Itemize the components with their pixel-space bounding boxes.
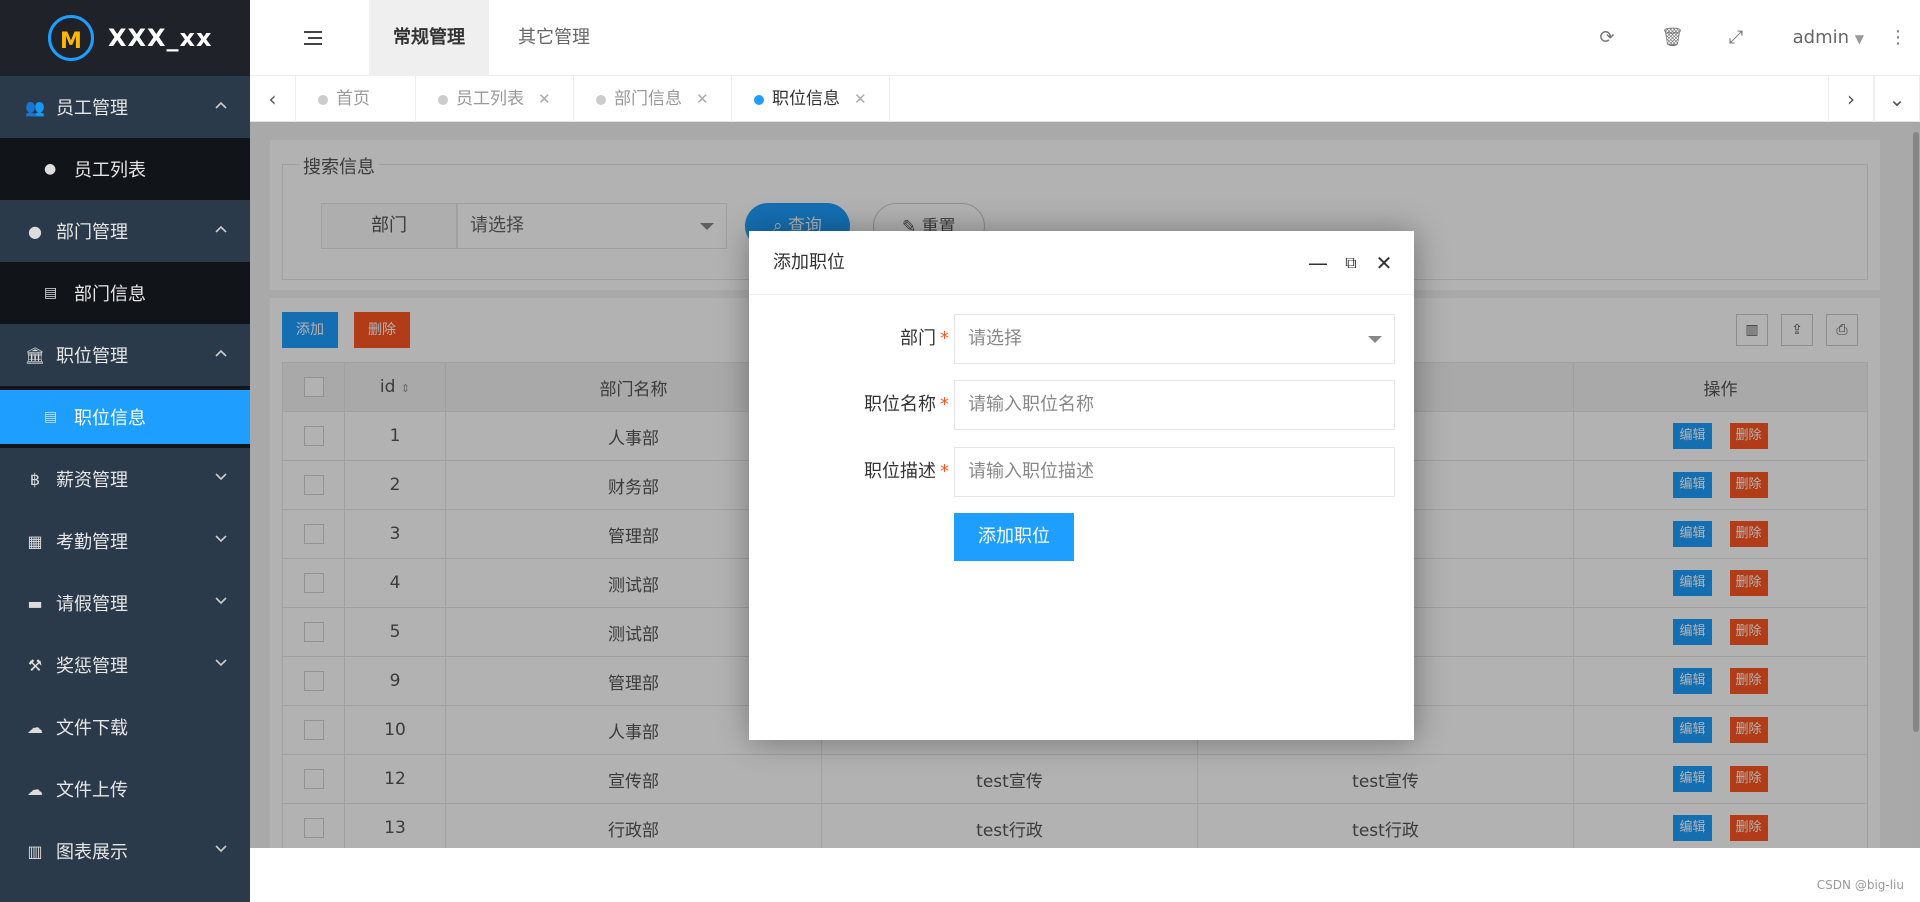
dialog-header: 添加职位 — ⧉ ✕ [749, 231, 1414, 295]
tab-menu-chevron-icon[interactable]: ⌄ [1874, 76, 1920, 122]
close-icon[interactable]: ✕ [854, 90, 867, 108]
sidebar: M XXX_xx 👥 员工管理 ● 员工列表 ● 部门管理 ▤ 部门信息 🏛 职… [0, 0, 250, 902]
menu-toggle-icon[interactable] [304, 30, 322, 46]
sidebar-item-label: 奖惩管理 [56, 656, 128, 677]
maximize-icon[interactable]: ⧉ [1341, 253, 1361, 273]
users-icon: 👥 [25, 97, 45, 117]
bank-icon: 🏛 [24, 345, 46, 365]
user-icon: ● [28, 221, 42, 241]
page-tab-home[interactable]: 首页 [296, 76, 416, 122]
cloud-download-icon: ☁ [27, 717, 43, 737]
dept-field-label: 部门 * [900, 328, 949, 349]
chevron-down-icon [215, 845, 227, 853]
chevron-down-icon [215, 659, 227, 667]
minimize-icon[interactable]: — [1308, 253, 1328, 273]
sidebar-item-label: 薪资管理 [56, 470, 128, 491]
sidebar-item-reward[interactable]: ⚒ 奖惩管理 [0, 634, 250, 696]
close-icon[interactable]: ✕ [1374, 253, 1394, 273]
refresh-icon[interactable]: ⟳ [1597, 28, 1617, 48]
required-mark: * [940, 461, 949, 482]
username: admin [1792, 27, 1850, 48]
caret-down-icon [1368, 336, 1382, 343]
fullscreen-icon[interactable]: ⤢ [1726, 28, 1746, 48]
form-row-name: 职位名称 * 请输入职位名称 [749, 380, 1414, 430]
sidebar-subitem-department-info[interactable]: ▤ 部门信息 [0, 262, 250, 324]
sidebar-item-download[interactable]: ☁ 文件下载 [0, 696, 250, 758]
list-icon: ▤ [44, 409, 58, 425]
more-vertical-icon[interactable]: ⋮ [1888, 28, 1908, 48]
chevron-up-icon [215, 225, 227, 233]
app-title: XXX_xx [108, 24, 213, 52]
sidebar-item-label: 部门管理 [56, 222, 128, 243]
required-mark: * [940, 394, 949, 415]
chevron-down-icon [215, 535, 227, 543]
close-icon[interactable]: ✕ [696, 90, 709, 108]
caret-down-icon: ▼ [1854, 32, 1864, 46]
sidebar-item-label: 文件下载 [56, 718, 128, 739]
tab-dot [596, 95, 606, 105]
bitcoin-icon: ฿ [29, 469, 41, 489]
page-tab-bar: ‹ 首页 员工列表 ✕ 部门信息 ✕ 职位信息 ✕ › ⌄ [250, 76, 1920, 122]
sidebar-item-position[interactable]: 🏛 职位管理 [0, 324, 250, 386]
page-tab-employee-list[interactable]: 员工列表 ✕ [416, 76, 574, 122]
list-icon: ▤ [44, 285, 58, 301]
user-menu[interactable]: admin ▼ [1793, 0, 1864, 77]
sidebar-item-label: 图表展示 [56, 842, 128, 863]
sidebar-subitem-position-info[interactable]: ▤ 职位信息 [0, 386, 250, 448]
tab-scroll-right-icon[interactable]: › [1828, 76, 1874, 122]
chevron-up-icon [215, 101, 227, 109]
add-position-dialog: 添加职位 — ⧉ ✕ 部门 * 请选择 职位名称 * 请输入职位名称 职位描述 * 请… [749, 231, 1414, 740]
sidebar-subitem-employee-list[interactable]: ● 员工列表 [0, 138, 250, 200]
sidebar-item-upload[interactable]: ☁ 文件上传 [0, 758, 250, 820]
credit-text: CSDN @big-liu [1816, 878, 1904, 892]
logo-icon: M [48, 15, 94, 61]
dept-select[interactable]: 请选择 [954, 314, 1395, 364]
tab-dot [754, 95, 764, 105]
page-tab-department-info[interactable]: 部门信息 ✕ [574, 76, 732, 122]
dialog-title: 添加职位 [773, 252, 845, 273]
chevron-down-icon [215, 473, 227, 481]
calendar-icon: ▦ [27, 531, 43, 551]
sidebar-item-salary[interactable]: ฿ 薪资管理 [0, 448, 250, 510]
name-field-label: 职位名称 * [864, 394, 949, 415]
form-row-desc: 职位描述 * 请输入职位描述 [749, 447, 1414, 497]
bar-chart-icon: ▥ [27, 841, 43, 861]
sidebar-item-label: 文件上传 [56, 780, 128, 801]
header-tab-general[interactable]: 常规管理 [369, 0, 489, 76]
tab-dot [438, 95, 448, 105]
gavel-icon: ⚒ [27, 655, 43, 675]
logo[interactable]: M XXX_xx [0, 0, 250, 76]
form-row-dept: 部门 * 请选择 [749, 314, 1414, 364]
position-desc-input[interactable]: 请输入职位描述 [954, 447, 1395, 497]
top-header: 常规管理 其它管理 ⟳ 🗑 ⤢ admin ▼ ⋮ [250, 0, 1920, 76]
sidebar-item-attendance[interactable]: ▦ 考勤管理 [0, 510, 250, 572]
sidebar-item-label: 职位管理 [56, 346, 128, 367]
sidebar-item-label: 考勤管理 [56, 532, 128, 553]
close-icon[interactable]: ✕ [538, 90, 551, 108]
sidebar-item-charts[interactable]: ▥ 图表展示 [0, 820, 250, 882]
sidebar-item-department[interactable]: ● 部门管理 [0, 200, 250, 262]
sidebar-item-label: 员工管理 [56, 98, 128, 119]
bed-icon: ▬ [27, 593, 43, 613]
user-icon: ● [44, 161, 57, 177]
tab-scroll-left-icon[interactable]: ‹ [250, 76, 296, 122]
cloud-upload-icon: ☁ [27, 779, 43, 799]
submit-add-position-button[interactable]: 添加职位 [954, 513, 1074, 561]
page-tab-position-info[interactable]: 职位信息 ✕ [732, 76, 890, 122]
sidebar-item-employee[interactable]: 👥 员工管理 [0, 76, 250, 138]
chevron-down-icon [215, 597, 227, 605]
sidebar-item-label: 请假管理 [56, 594, 128, 615]
desc-field-label: 职位描述 * [864, 461, 949, 482]
sidebar-subitem-label: 部门信息 [74, 284, 146, 305]
sidebar-subitem-label: 员工列表 [74, 160, 146, 181]
header-tab-other[interactable]: 其它管理 [494, 0, 614, 76]
required-mark: * [940, 328, 949, 349]
sidebar-subitem-label: 职位信息 [74, 408, 146, 429]
sidebar-item-leave[interactable]: ▬ 请假管理 [0, 572, 250, 634]
chevron-up-icon [215, 349, 227, 357]
tab-dot [318, 95, 328, 105]
footer: CSDN @big-liu [250, 848, 1920, 902]
trash-icon[interactable]: 🗑 [1661, 28, 1684, 48]
position-name-input[interactable]: 请输入职位名称 [954, 380, 1395, 430]
